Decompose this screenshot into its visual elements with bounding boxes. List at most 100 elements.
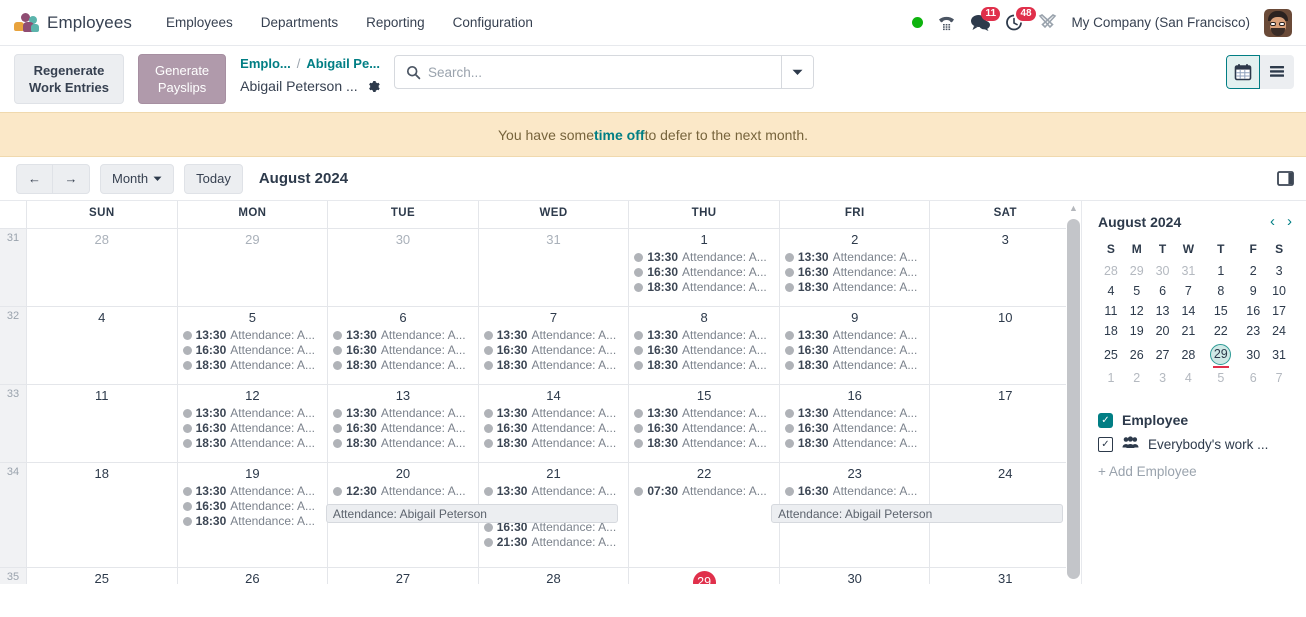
scroll-up-arrow-icon[interactable]: ▲ [1068, 203, 1079, 213]
calendar-day-cell[interactable]: 30 [780, 568, 931, 584]
calendar-event[interactable]: 13:30 Attendance: A... [330, 406, 476, 421]
calendar-event[interactable]: 18:30 Attendance: A... [180, 514, 326, 529]
day-number[interactable]: 13 [330, 387, 476, 406]
calendar-event[interactable]: 18:30 Attendance: A... [782, 280, 928, 295]
mini-calendar-day[interactable]: 30 [1240, 341, 1266, 368]
day-number[interactable]: 29 [180, 231, 326, 250]
day-number[interactable]: 18 [29, 465, 175, 484]
calendar-event[interactable]: 07:30 Attendance: A... [631, 484, 777, 499]
mini-calendar-day[interactable]: 16 [1240, 301, 1266, 321]
time-off-link[interactable]: time off [594, 127, 645, 143]
day-number[interactable]: 29 [631, 570, 777, 584]
calendar-event[interactable]: 16:30 Attendance: A... [782, 421, 928, 436]
day-number[interactable]: 9 [782, 309, 928, 328]
day-number[interactable]: 5 [180, 309, 326, 328]
calendar-event[interactable]: 18:30 Attendance: A... [180, 436, 326, 451]
mini-calendar-day[interactable]: 17 [1266, 301, 1292, 321]
day-number[interactable]: 26 [180, 570, 326, 584]
calendar-event[interactable]: 13:30 Attendance: A... [481, 328, 627, 343]
calendar-event[interactable]: 18:30 Attendance: A... [782, 436, 928, 451]
gear-icon[interactable] [367, 80, 380, 93]
calendar-event[interactable]: 16:30 Attendance: A... [782, 343, 928, 358]
calendar-event[interactable]: 16:30 Attendance: A... [180, 421, 326, 436]
mini-calendar-day[interactable]: 29 [1201, 341, 1240, 368]
mini-calendar-day[interactable]: 9 [1240, 281, 1266, 301]
day-number[interactable]: 30 [330, 231, 476, 250]
calendar-event[interactable]: 13:30 Attendance: A... [782, 406, 928, 421]
menu-reporting[interactable]: Reporting [352, 9, 439, 36]
search-box[interactable] [394, 55, 815, 89]
calendar-day-cell[interactable]: 15 13:30 Attendance: A... 16:30 Attendance: … [629, 385, 780, 462]
mini-calendar-day[interactable]: 30 [1150, 261, 1176, 281]
mini-calendar-day[interactable]: 15 [1201, 301, 1240, 321]
calendar-event[interactable]: 16:30 Attendance: A... [481, 343, 627, 358]
tools-settings-icon[interactable] [1038, 13, 1057, 32]
mini-calendar-day[interactable]: 24 [1266, 321, 1292, 341]
search-input[interactable] [428, 56, 782, 88]
mini-next-month-icon[interactable]: › [1287, 214, 1292, 229]
mini-calendar-day[interactable]: 8 [1201, 281, 1240, 301]
mini-calendar-day[interactable]: 20 [1150, 321, 1176, 341]
calendar-event[interactable]: 18:30 Attendance: A... [180, 358, 326, 373]
calendar-day-cell[interactable]: 30 [328, 229, 479, 306]
calendar-day-cell[interactable]: 12 13:30 Attendance: A... 16:30 Attendance: … [178, 385, 329, 462]
calendar-event[interactable]: 13:30 Attendance: A... [180, 328, 326, 343]
mini-calendar-day[interactable]: 2 [1124, 368, 1150, 388]
calendar-event[interactable]: 13:30 Attendance: A... [782, 250, 928, 265]
calendar-day-cell[interactable]: 27 [328, 568, 479, 584]
calendar-event[interactable]: 13:30 Attendance: A... [631, 328, 777, 343]
generate-payslips-button[interactable]: Generate Payslips [137, 54, 227, 104]
calendar-event[interactable]: 16:30 Attendance: A... [631, 343, 777, 358]
calendar-day-cell[interactable]: 13 13:30 Attendance: A... 16:30 Attendance: … [328, 385, 479, 462]
calendar-day-cell[interactable]: 6 13:30 Attendance: A... 16:30 Attendance: A… [328, 307, 479, 384]
mini-calendar-day[interactable]: 29 [1124, 261, 1150, 281]
calendar-event[interactable]: 16:30 Attendance: A... [631, 265, 777, 280]
calendar-day-cell[interactable]: 28 [27, 229, 178, 306]
calendar-event[interactable]: 16:30 Attendance: A... [481, 421, 627, 436]
calendar-event[interactable]: 16:30 Attendance: A... [330, 421, 476, 436]
mini-calendar-day[interactable]: 7 [1266, 368, 1292, 388]
mini-calendar-day[interactable]: 18 [1098, 321, 1124, 341]
mini-prev-month-icon[interactable]: ‹ [1270, 214, 1275, 229]
mini-calendar-day[interactable]: 19 [1124, 321, 1150, 341]
activities-clock-icon[interactable]: 48 [1005, 6, 1036, 32]
presence-status-icon[interactable] [912, 17, 924, 28]
mini-calendar-day[interactable]: 23 [1240, 321, 1266, 341]
company-name[interactable]: My Company (San Francisco) [1071, 15, 1250, 30]
calendar-day-cell[interactable]: 25 [27, 568, 178, 584]
breadcrumb-root[interactable]: Emplo... [240, 56, 291, 71]
brand[interactable]: Employees [14, 12, 132, 33]
mini-calendar-day[interactable]: 13 [1150, 301, 1176, 321]
day-number[interactable]: 15 [631, 387, 777, 406]
mini-calendar-day[interactable]: 14 [1175, 301, 1201, 321]
day-number[interactable]: 17 [932, 387, 1078, 406]
day-number[interactable]: 31 [932, 570, 1078, 584]
calendar-event[interactable]: 13:30 Attendance: A... [180, 406, 326, 421]
calendar-event[interactable]: 18:30 Attendance: A... [782, 358, 928, 373]
mini-calendar-day[interactable]: 28 [1175, 341, 1201, 368]
regenerate-work-entries-button[interactable]: Regenerate Work Entries [14, 54, 124, 104]
day-number[interactable]: 30 [782, 570, 928, 584]
day-number[interactable]: 3 [932, 231, 1078, 250]
day-number[interactable]: 20 [330, 465, 476, 484]
calendar-event[interactable]: 18:30 Attendance: A... [330, 358, 476, 373]
calendar-day-cell[interactable]: 22 07:30 Attendance: A... [629, 463, 780, 567]
calendar-event[interactable]: 13:30 Attendance: A... [481, 406, 627, 421]
list-view-button[interactable] [1260, 55, 1294, 89]
calendar-event[interactable]: 18:30 Attendance: A... [631, 436, 777, 451]
day-number[interactable]: 7 [481, 309, 627, 328]
employee-filter-checkbox[interactable]: ✓ [1098, 412, 1113, 428]
calendar-day-cell[interactable]: 11 [27, 385, 178, 462]
calendar-event[interactable]: 16:30 Attendance: A... [631, 421, 777, 436]
menu-configuration[interactable]: Configuration [439, 9, 547, 36]
calendar-day-cell[interactable]: 14 13:30 Attendance: A... 16:30 Attendance: … [479, 385, 630, 462]
everybody-checkbox[interactable]: ✓ [1098, 436, 1113, 452]
day-number[interactable]: 19 [180, 465, 326, 484]
calendar-event[interactable]: 16:30 Attendance: A... [330, 343, 476, 358]
day-number[interactable]: 28 [481, 570, 627, 584]
mini-calendar-day[interactable]: 4 [1098, 281, 1124, 301]
mini-calendar-day[interactable]: 31 [1175, 261, 1201, 281]
calendar-day-cell[interactable]: 17 [930, 385, 1081, 462]
calendar-day-cell[interactable]: 19 13:30 Attendance: A... 16:30 Attendance: … [178, 463, 329, 567]
calendar-event[interactable]: 18:30 Attendance: A... [330, 436, 476, 451]
